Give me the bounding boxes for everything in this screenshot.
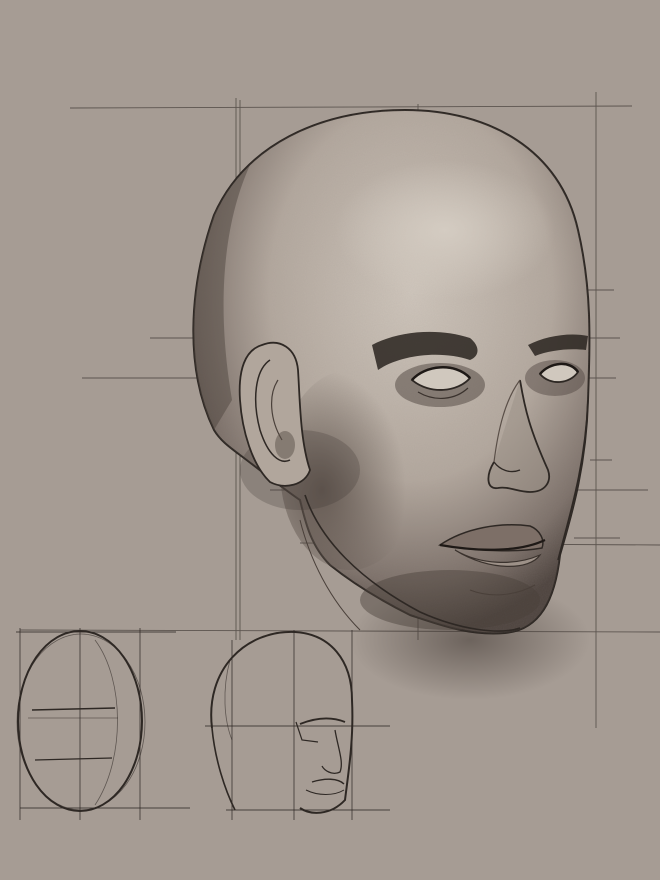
- drawing-canvas: [0, 0, 660, 880]
- forehead-highlight: [335, 160, 555, 300]
- egg-front-study: [16, 628, 190, 820]
- jaw-shadow: [360, 570, 540, 630]
- sketch-artwork: [16, 92, 660, 820]
